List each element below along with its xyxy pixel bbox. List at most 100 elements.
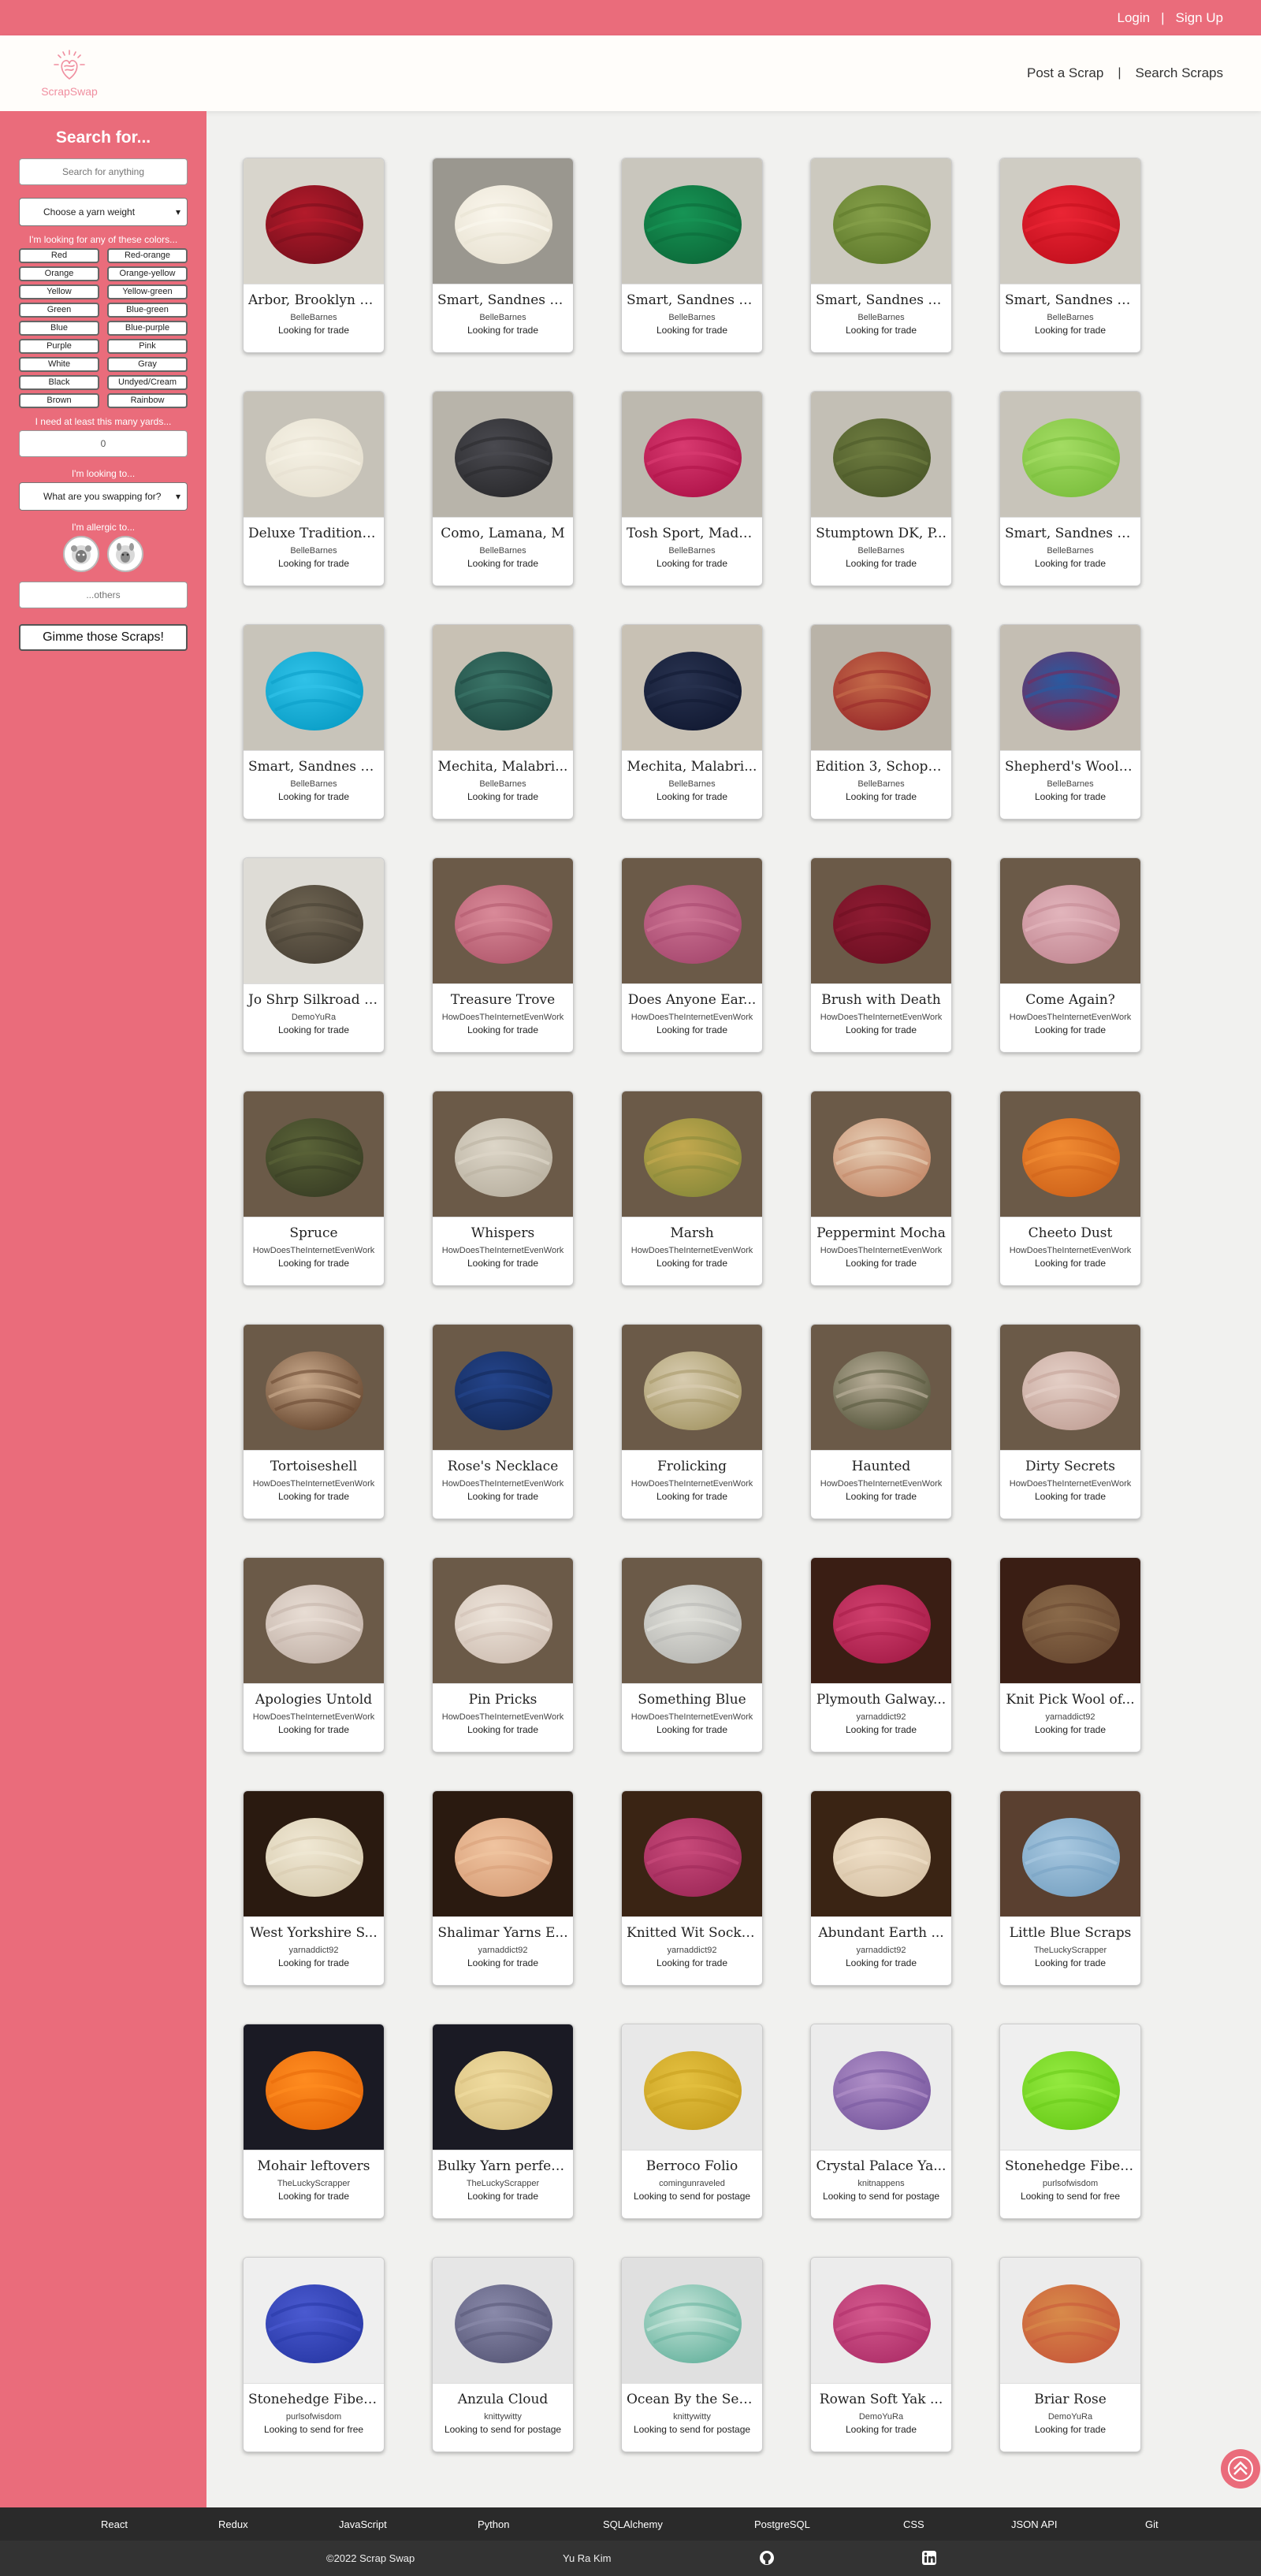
search-input[interactable] — [19, 158, 188, 185]
listing-title: Crystal Palace Ya... — [816, 2158, 947, 2174]
listing-card[interactable]: Mechita, Malabri... BelleBarnes Looking fo… — [621, 624, 763, 820]
color-option[interactable]: Gray — [107, 357, 188, 372]
listing-card[interactable]: Smart, Sandnes G... BelleBarnes Looking fo… — [432, 158, 574, 353]
listing-card[interactable]: Marsh HowDoesTheInternetEvenWork Looking f… — [621, 1091, 763, 1286]
color-option[interactable]: Yellow — [19, 284, 99, 299]
alpaca-allergy-button[interactable] — [107, 536, 143, 572]
listing-card[interactable]: Anzula Cloud knittywitty Looking to send f… — [432, 2257, 574, 2452]
tech-link[interactable]: React — [101, 2518, 128, 2530]
listing-card[interactable]: Smart, Sandnes G... BelleBarnes Looking fo… — [810, 158, 952, 353]
listing-card[interactable]: Shepherd's Wool ... BelleBarnes Looking fo… — [999, 624, 1141, 820]
listing-card[interactable]: Edition 3, Schoppe... BelleBarnes Looking … — [810, 624, 952, 820]
tech-link[interactable]: JavaScript — [339, 2518, 387, 2530]
tech-link[interactable]: PostgreSQL — [754, 2518, 810, 2530]
listing-card[interactable]: Smart, Sandnes G... BelleBarnes Looking fo… — [999, 391, 1141, 586]
listing-card[interactable]: Whispers HowDoesTheInternetEvenWork Lookin… — [432, 1091, 574, 1286]
color-option[interactable]: Orange — [19, 266, 99, 281]
listing-title: Rose's Necklace — [447, 1459, 559, 1474]
listing-card[interactable]: Smart, Sandnes G... BelleBarnes Looking fo… — [999, 158, 1141, 353]
listing-card[interactable]: Smart, Sandnes G... BelleBarnes Looking fo… — [621, 158, 763, 353]
yarn-weight-select[interactable]: Choose a yarn weight ▾ — [19, 198, 188, 226]
listing-card[interactable]: West Yorkshire S... yarnaddict92 Looking f… — [243, 1790, 385, 1986]
listing-card[interactable]: Ocean By the Sea... knittywitty Looking to… — [621, 2257, 763, 2452]
color-option[interactable]: Purple — [19, 339, 99, 354]
listing-card[interactable]: Brush with Death HowDoesTheInternetEvenWo… — [810, 857, 952, 1053]
listing-card[interactable]: Arbor, Brooklyn T... BelleBarnes Looking f… — [243, 158, 385, 353]
listing-card[interactable]: Apologies Untold HowDoesTheInternetEvenWo… — [243, 1557, 385, 1753]
tech-link[interactable]: Git — [1145, 2518, 1159, 2530]
listing-card[interactable]: Knitted Wit Sock ... yarnaddict92 Looking … — [621, 1790, 763, 1986]
post-scrap-link[interactable]: Post a Scrap — [1027, 65, 1103, 81]
listing-card[interactable]: Treasure Trove HowDoesTheInternetEvenWork… — [432, 857, 574, 1053]
listing-card[interactable]: Stonehedge Fiber ... purlsofwisdom Looking… — [999, 2024, 1141, 2219]
logo[interactable]: ScrapSwap — [38, 49, 101, 98]
signup-link[interactable]: Sign Up — [1176, 10, 1223, 26]
tech-link[interactable]: CSS — [903, 2518, 924, 2530]
search-scraps-link[interactable]: Search Scraps — [1136, 65, 1224, 81]
listing-status: Looking for trade — [277, 1724, 350, 1735]
listing-card[interactable]: Cheeto Dust HowDoesTheInternetEvenWork Loo… — [999, 1091, 1141, 1286]
listing-card[interactable]: Something Blue HowDoesTheInternetEvenWork… — [621, 1557, 763, 1753]
topbar-separator: | — [1161, 9, 1165, 25]
github-link[interactable] — [759, 2550, 775, 2568]
listing-card[interactable]: Haunted HowDoesTheInternetEvenWork Looking… — [810, 1324, 952, 1519]
color-option[interactable]: Green — [19, 303, 99, 318]
tech-link[interactable]: Redux — [218, 2518, 248, 2530]
listing-card[interactable]: Dirty Secrets HowDoesTheInternetEvenWork L… — [999, 1324, 1141, 1519]
listing-card[interactable]: Pin Pricks HowDoesTheInternetEvenWork Look… — [432, 1557, 574, 1753]
listing-card[interactable]: Briar Rose DemoYuRa Looking for trade — [999, 2257, 1141, 2452]
listing-card[interactable]: Spruce HowDoesTheInternetEvenWork Looking … — [243, 1091, 385, 1286]
listing-photo — [1000, 1325, 1140, 1451]
listing-card[interactable]: Tortoiseshell HowDoesTheInternetEvenWork L… — [243, 1324, 385, 1519]
listing-card[interactable]: Frolicking HowDoesTheInternetEvenWork Look… — [621, 1324, 763, 1519]
tech-link[interactable]: SQLAlchemy — [603, 2518, 663, 2530]
listing-card[interactable]: Plymouth Galway... yarnaddict92 Looking fo… — [810, 1557, 952, 1753]
listing-card[interactable]: Little Blue Scraps TheLuckyScrapper Lookin… — [999, 1790, 1141, 1986]
listing-card[interactable]: Peppermint Mocha HowDoesTheInternetEvenWo… — [810, 1091, 952, 1286]
color-option[interactable]: Blue-green — [107, 303, 188, 318]
listing-card[interactable]: Rowan Soft Yak ... DemoYuRa Looking for tr… — [810, 2257, 952, 2452]
color-option[interactable]: Pink — [107, 339, 188, 354]
listing-card[interactable]: Deluxe Tradition, ... BelleBarnes Looking … — [243, 391, 385, 586]
search-submit-button[interactable]: Gimme those Scraps! — [19, 624, 188, 651]
color-option[interactable]: Red-orange — [107, 248, 188, 263]
listing-card[interactable]: Knit Pick Wool of... yarnaddict92 Looking … — [999, 1557, 1141, 1753]
linkedin-link[interactable] — [922, 2551, 936, 2567]
listing-card[interactable]: Crystal Palace Ya... knitnappens Looking t… — [810, 2024, 952, 2219]
listing-card[interactable]: Shalimar Yarns E... yarnaddict92 Looking f… — [432, 1790, 574, 1986]
color-option[interactable]: Blue — [19, 321, 99, 336]
color-option[interactable]: White — [19, 357, 99, 372]
color-option[interactable]: Orange-yellow — [107, 266, 188, 281]
listing-card[interactable]: Mohair leftovers TheLuckyScrapper Looking … — [243, 2024, 385, 2219]
color-option[interactable]: Undyed/Cream — [107, 375, 188, 390]
listing-card[interactable]: Stumptown DK, P... BelleBarnes Looking for… — [810, 391, 952, 586]
listing-card[interactable]: Smart, Sandnes G... BelleBarnes Looking fo… — [243, 624, 385, 820]
color-option[interactable]: Brown — [19, 393, 99, 408]
color-option[interactable]: Rainbow — [107, 393, 188, 408]
listing-card[interactable]: Tosh Sport, MadT... BelleBarnes Looking fo… — [621, 391, 763, 586]
listing-card[interactable]: Berroco Folio comingunraveled Looking to s… — [621, 2024, 763, 2219]
yarn-skein-image — [833, 1585, 931, 1663]
listing-card[interactable]: Como, Lamana, M BelleBarnes Looking for tr… — [432, 391, 574, 586]
swap-type-select[interactable]: What are you swapping for? ▾ — [19, 482, 188, 511]
tech-link[interactable]: JSON API — [1011, 2518, 1058, 2530]
listing-card[interactable]: Come Again? HowDoesTheInternetEvenWork Loo… — [999, 857, 1141, 1053]
color-option[interactable]: Red — [19, 248, 99, 263]
listing-card[interactable]: Bulky Yarn perfec... TheLuckyScrapper Look… — [432, 2024, 574, 2219]
yards-input[interactable] — [19, 430, 188, 457]
listing-card[interactable]: Jo Shrp Silkroad A... DemoYuRa Looking for… — [243, 857, 385, 1053]
scroll-to-top-button[interactable] — [1221, 2449, 1260, 2489]
login-link[interactable]: Login — [1117, 10, 1150, 26]
listing-card[interactable]: Does Anyone Ear... HowDoesTheInternetEven… — [621, 857, 763, 1053]
listing-card[interactable]: Mechita, Malabri... BelleBarnes Looking fo… — [432, 624, 574, 820]
color-option[interactable]: Black — [19, 375, 99, 390]
listing-photo — [622, 2258, 762, 2384]
listing-card[interactable]: Rose's Necklace HowDoesTheInternetEvenWor… — [432, 1324, 574, 1519]
listing-card[interactable]: Stonehedge Fiber ... purlsofwisdom Looking… — [243, 2257, 385, 2452]
color-option[interactable]: Yellow-green — [107, 284, 188, 299]
sheep-allergy-button[interactable] — [63, 536, 99, 572]
color-option[interactable]: Blue-purple — [107, 321, 188, 336]
tech-link[interactable]: Python — [478, 2518, 509, 2530]
listing-card[interactable]: Abundant Earth ... yarnaddict92 Looking fo… — [810, 1790, 952, 1986]
others-allergy-input[interactable] — [19, 582, 188, 608]
